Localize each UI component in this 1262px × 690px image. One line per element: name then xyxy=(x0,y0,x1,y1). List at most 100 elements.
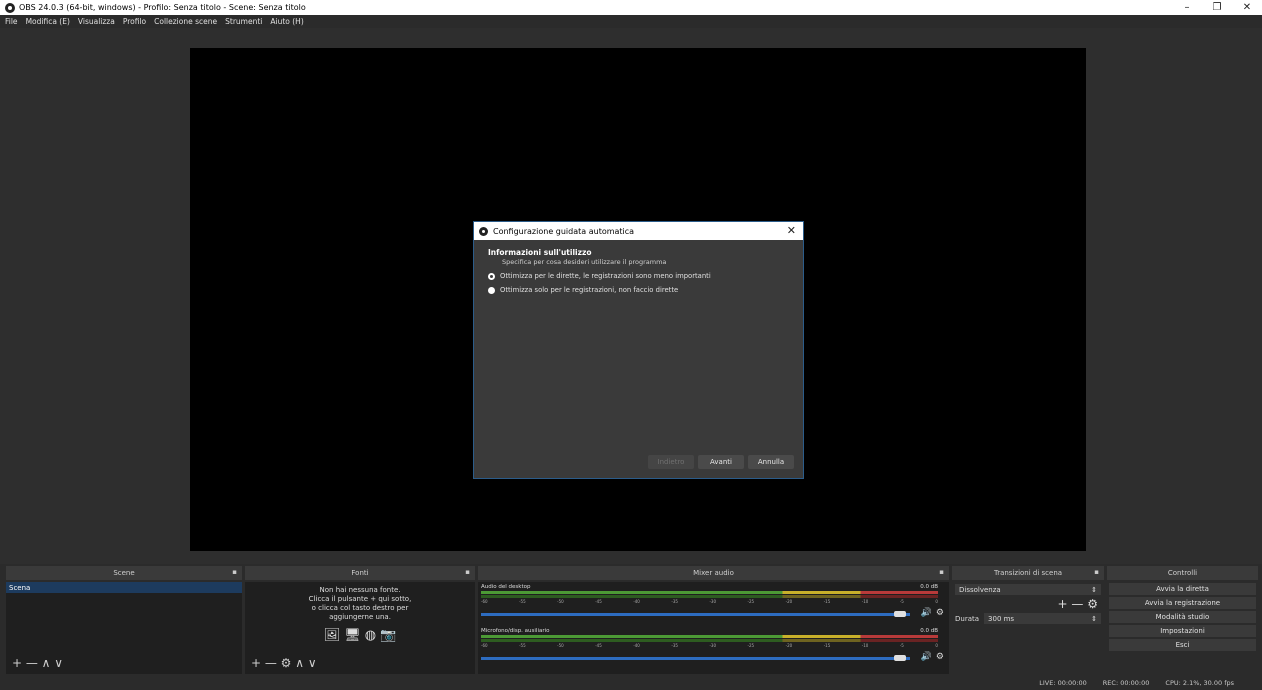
next-button[interactable]: Avanti xyxy=(698,455,744,469)
dialog-heading: Informazioni sull'utilizzo xyxy=(488,248,592,257)
tick: -35 xyxy=(671,643,678,648)
scene-list-item[interactable]: Scena xyxy=(6,582,242,593)
start-streaming-button[interactable]: Avvia la diretta xyxy=(1109,583,1256,595)
tick: -30 xyxy=(709,599,717,604)
option-streaming-label: Ottimizza per le dirette, le registrazio… xyxy=(500,272,711,280)
tick: -35 xyxy=(671,599,678,604)
back-button[interactable]: Indietro xyxy=(648,455,694,469)
transitions-title: Transizioni di scena xyxy=(993,569,1063,577)
tick: -30 xyxy=(709,643,717,648)
sources-dock: Fonti ▪ Non hai nessuna fonte. Clicca il … xyxy=(245,566,475,674)
menu-file[interactable]: File xyxy=(5,17,18,26)
dock-float-icon[interactable]: ▪ xyxy=(465,568,470,576)
option-recording[interactable]: Ottimizza solo per le registrazioni, non… xyxy=(488,286,789,294)
empty-line-3: o clicca col tasto destro per xyxy=(311,604,409,612)
gear-icon[interactable]: ⚙ xyxy=(936,652,944,662)
tick: -20 xyxy=(785,643,793,648)
tick: -15 xyxy=(823,643,831,648)
display-icon: 🖥 xyxy=(344,628,361,643)
mixer-track-desktop: Audio del desktop 0.0 dB -60 -55 -50 -45 -40-… xyxy=(481,584,946,628)
minimize-button[interactable]: – xyxy=(1172,0,1202,15)
tick: -25 xyxy=(747,599,755,604)
close-window-button[interactable]: ✕ xyxy=(1232,0,1262,15)
menu-tools[interactable]: Strumenti xyxy=(225,17,262,26)
radio-selected-icon[interactable] xyxy=(488,272,495,280)
sources-toolbar[interactable]: + — ⚙ ∧ ∨ xyxy=(251,656,317,670)
tick: -10 xyxy=(861,599,869,604)
live-status: LIVE: 00:00:00 xyxy=(1039,679,1087,687)
window-titlebar: OBS 24.0.3 (64-bit, windows) - Profilo: … xyxy=(0,0,1262,15)
mixer-track-mic: Microfono/disp. ausiliario 0.0 dB -60 -55 -… xyxy=(481,628,946,672)
dialog-titlebar: Configurazione guidata automatica ✕ xyxy=(474,222,803,240)
exit-button[interactable]: Esci xyxy=(1109,639,1256,651)
cpu-status: CPU: 2.1%, 30.00 fps xyxy=(1165,679,1234,687)
volume-meter xyxy=(481,595,938,598)
duration-input[interactable]: 300 ms ⇕ xyxy=(984,613,1101,624)
duration-value: 300 ms xyxy=(988,614,1015,623)
spinner-icon: ⇕ xyxy=(1091,585,1097,594)
globe-icon: ◍ xyxy=(364,628,377,643)
speaker-icon[interactable]: 🔊 xyxy=(921,608,932,618)
scenes-toolbar[interactable]: + — ∧ ∨ xyxy=(12,656,63,670)
track-name: Microfono/disp. ausiliario xyxy=(481,628,550,634)
mixer-title: Mixer audio xyxy=(693,569,734,577)
option-streaming[interactable]: Ottimizza per le dirette, le registrazio… xyxy=(488,272,789,280)
volume-slider-handle[interactable] xyxy=(894,611,906,617)
tick: -25 xyxy=(747,643,755,648)
empty-line-1: Non hai nessuna fonte. xyxy=(319,586,401,594)
tick: -45 xyxy=(595,643,602,648)
volume-slider[interactable] xyxy=(481,613,910,616)
transition-toolbar[interactable]: + — ⚙ xyxy=(952,597,1104,611)
transitions-dock: Transizioni di scena ▪ Dissolvenza ⇕ + — … xyxy=(952,566,1104,674)
radio-unselected-icon[interactable] xyxy=(488,286,495,294)
tick: -10 xyxy=(861,643,869,648)
scenes-title: Scene xyxy=(113,569,135,577)
dialog-close-button[interactable]: ✕ xyxy=(787,224,796,237)
volume-slider[interactable] xyxy=(481,657,910,660)
controls-title: Controlli xyxy=(1167,569,1198,577)
transition-selected: Dissolvenza xyxy=(959,585,1001,594)
duration-row: Durata 300 ms ⇕ xyxy=(955,613,1101,624)
menu-bar: File Modifica (E) Visualizza Profilo Col… xyxy=(0,15,1262,28)
menu-view[interactable]: Visualizza xyxy=(78,17,115,26)
dock-float-icon[interactable]: ▪ xyxy=(1094,568,1099,576)
tick: -55 xyxy=(519,643,526,648)
controls-dock: Controlli Avvia la diretta Avvia la regi… xyxy=(1107,566,1258,674)
studio-mode-button[interactable]: Modalità studio xyxy=(1109,611,1256,623)
option-recording-label: Ottimizza solo per le registrazioni, non… xyxy=(500,286,679,294)
mixer-dock: Mixer audio ▪ Audio del desktop 0.0 dB -60… xyxy=(478,566,949,674)
menu-profile[interactable]: Profilo xyxy=(123,17,146,26)
tick: 0 xyxy=(935,643,938,648)
volume-meter xyxy=(481,639,938,642)
sources-title: Fonti xyxy=(351,569,369,577)
menu-scene-collection[interactable]: Collezione scene xyxy=(154,17,217,26)
speaker-icon[interactable]: 🔊 xyxy=(921,652,932,662)
obs-logo-icon xyxy=(5,2,15,13)
start-recording-button[interactable]: Avvia la registrazione xyxy=(1109,597,1256,609)
cancel-button[interactable]: Annulla xyxy=(748,455,794,469)
volume-slider-handle[interactable] xyxy=(894,655,906,661)
spinner-icon[interactable]: ⇕ xyxy=(1091,615,1097,623)
track-db: 0.0 dB xyxy=(920,628,938,634)
dock-float-icon[interactable]: ▪ xyxy=(232,568,237,576)
settings-button[interactable]: Impostazioni xyxy=(1109,625,1256,637)
tick: -50 xyxy=(557,599,564,604)
dialog-subheading: Specifica per cosa desideri utilizzare i… xyxy=(502,258,667,266)
tick: -50 xyxy=(557,643,564,648)
camera-icon: 📷 xyxy=(380,628,397,643)
tick: -60 xyxy=(481,643,488,648)
tick: -20 xyxy=(785,599,793,604)
window-title: OBS 24.0.3 (64-bit, windows) - Profilo: … xyxy=(19,3,306,12)
menu-help[interactable]: Aiuto (H) xyxy=(270,17,303,26)
tick: -5 xyxy=(899,643,904,648)
gear-icon[interactable]: ⚙ xyxy=(936,608,944,618)
maximize-button[interactable]: ❐ xyxy=(1202,0,1232,15)
rec-status: REC: 00:00:00 xyxy=(1102,679,1150,687)
dock-float-icon[interactable]: ▪ xyxy=(939,568,944,576)
empty-line-2: Clicca il pulsante + qui sotto, xyxy=(308,595,412,603)
tick: -5 xyxy=(899,599,904,604)
transition-select[interactable]: Dissolvenza ⇕ xyxy=(955,584,1101,595)
tick: -40 xyxy=(633,599,640,604)
menu-edit[interactable]: Modifica (E) xyxy=(26,17,70,26)
scenes-dock: Scene ▪ Scena + — ∧ ∨ xyxy=(6,566,242,674)
